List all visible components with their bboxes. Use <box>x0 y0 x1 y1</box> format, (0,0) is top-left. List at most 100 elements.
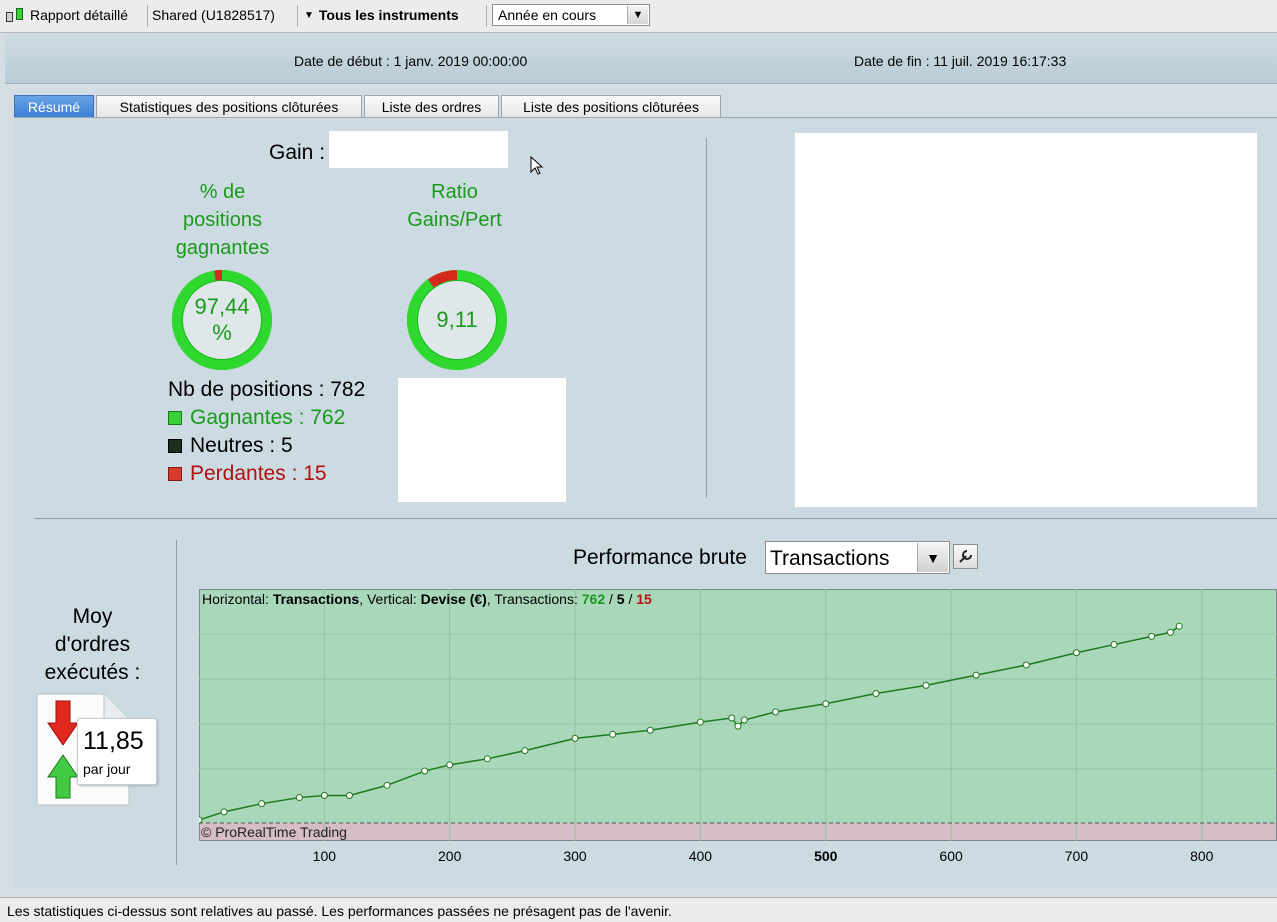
info-text: , Vertical: <box>359 591 421 607</box>
win-pct-number: 97,44 <box>194 294 250 319</box>
instruments-label: Tous les instruments <box>318 7 459 23</box>
instruments-dropdown[interactable]: ▼ Tous les instruments <box>304 3 459 27</box>
date-range-header: Date de début : 1 janv. 2019 00:00:00 Da… <box>5 33 1277 84</box>
tab-label: Résumé <box>27 98 81 115</box>
data-point <box>1110 641 1118 649</box>
chevron-down-icon[interactable]: ▼ <box>627 6 648 24</box>
win-pct-value: 97,44% <box>170 268 274 372</box>
info-text: Horizontal: <box>202 591 273 607</box>
wrench-icon[interactable] <box>953 544 978 569</box>
data-point <box>571 734 579 742</box>
info-vertical: Devise (€) <box>420 591 487 607</box>
tab-label: Liste des ordres <box>381 98 482 115</box>
avg-orders-label: Moy d'ordres exécutés : <box>30 603 155 687</box>
performance-mode-select[interactable]: Transactions ▼ <box>765 541 950 574</box>
win-pct-title: % de positions gagnantes <box>150 178 295 262</box>
gain-value-box <box>329 131 508 168</box>
mouse-cursor-icon <box>530 156 544 175</box>
caret-down-icon: ▼ <box>304 9 314 21</box>
ratio-title: Ratio Gains/Pert <box>398 178 511 234</box>
report-button[interactable]: Rapport détaillé <box>4 3 128 27</box>
start-date: Date de début : 1 janv. 2019 00:00:00 <box>294 53 528 69</box>
period-value: Année en cours <box>498 7 597 23</box>
data-point <box>822 700 830 708</box>
data-point <box>320 792 328 800</box>
avg-orders-value: 11,85 <box>83 727 144 755</box>
ratio-value: 9,11 <box>436 307 478 332</box>
win-pct-unit: % <box>212 320 232 345</box>
data-point <box>1022 661 1030 669</box>
toolbar: Rapport détaillé Shared (U1828517) ▼ Tou… <box>0 0 1277 33</box>
losers-label: Perdantes : 15 <box>190 462 327 485</box>
win-pct-title-line: gagnantes <box>175 237 270 259</box>
performance-mode-value: Transactions <box>770 547 890 570</box>
performance-chart: 100 200 300 400 500 600 700 800 <box>199 589 1277 864</box>
chevron-down-icon[interactable]: ▼ <box>917 543 948 572</box>
green-square-icon <box>168 411 182 425</box>
avg-orders-unit: par jour <box>83 761 131 777</box>
tab-label: Liste des positions clôturées <box>523 98 699 115</box>
data-point <box>446 761 454 769</box>
chart-info: Horizontal: Transactions, Vertical: Devi… <box>202 591 652 607</box>
data-point <box>1148 632 1156 640</box>
x-tick-label: 800 <box>1190 848 1214 864</box>
x-tick-label: 200 <box>438 848 462 864</box>
data-point <box>483 755 491 763</box>
gain-label: Gain : <box>269 141 326 164</box>
end-date: Date de fin : 11 juil. 2019 16:17:33 <box>854 53 1067 69</box>
footer: Les statistiques ci-dessus sont relative… <box>0 897 1277 922</box>
ratio-title-line: Ratio <box>431 181 478 203</box>
tab-closed-positions-list[interactable]: Liste des positions clôturées <box>501 95 721 117</box>
positions-count: Nb de positions : 782 <box>168 378 366 401</box>
data-point <box>1175 622 1183 630</box>
blank-chart-panel <box>795 133 1257 507</box>
candlestick-icon <box>4 6 26 24</box>
data-point <box>646 726 654 734</box>
info-loss-count: 15 <box>636 591 652 607</box>
divider <box>176 540 177 865</box>
tab-orders-list[interactable]: Liste des ordres <box>364 95 499 117</box>
data-point <box>1166 628 1174 636</box>
data-point <box>521 747 529 755</box>
neutral-count: Neutres : 5 <box>168 434 293 458</box>
data-point <box>609 730 617 738</box>
chart-positive-area <box>199 589 1277 823</box>
data-point <box>972 671 980 679</box>
avg-orders-line: Moy <box>72 605 113 628</box>
avg-orders-card: 11,85 par jour <box>77 718 157 785</box>
data-point <box>421 767 429 775</box>
win-pct-gauge: 97,44% <box>170 268 274 372</box>
data-point <box>383 781 391 789</box>
tab-label: Statistiques des positions clôturées <box>119 98 339 115</box>
section-divider <box>34 518 1277 519</box>
win-pct-title-line: % de <box>199 181 246 203</box>
x-tick-label: 500 <box>814 848 838 864</box>
data-point <box>922 681 930 689</box>
tab-closed-position-stats[interactable]: Statistiques des positions clôturées <box>96 95 362 117</box>
info-neutral-count: 5 <box>616 591 625 607</box>
x-tick-label: 700 <box>1065 848 1089 864</box>
avg-orders-line: exécutés : <box>44 661 141 684</box>
account-button[interactable]: Shared (U1828517) <box>152 3 275 27</box>
data-point <box>1072 649 1080 657</box>
info-text: , Transactions: <box>486 591 582 607</box>
neutral-label: Neutres : 5 <box>190 434 293 457</box>
period-select[interactable]: Année en cours ▼ <box>492 4 650 26</box>
losers-count: Perdantes : 15 <box>168 462 327 486</box>
data-point <box>220 808 228 816</box>
ratio-title-line: Gains/Pert <box>407 209 502 231</box>
data-point <box>199 816 203 824</box>
blank-detail-box <box>398 378 566 502</box>
winners-label: Gagnantes : 762 <box>190 406 346 429</box>
info-text: / <box>624 591 637 607</box>
tab-resume[interactable]: Résumé <box>14 95 94 117</box>
black-square-icon <box>168 439 182 453</box>
x-tick-label: 400 <box>689 848 713 864</box>
performance-title: Performance brute <box>573 546 747 569</box>
ratio-gauge: 9,11 <box>405 268 509 372</box>
data-point <box>740 716 748 724</box>
data-point <box>734 722 742 730</box>
data-point <box>772 708 780 716</box>
data-point <box>295 794 303 802</box>
disclaimer: Les statistiques ci-dessus sont relative… <box>7 903 672 919</box>
